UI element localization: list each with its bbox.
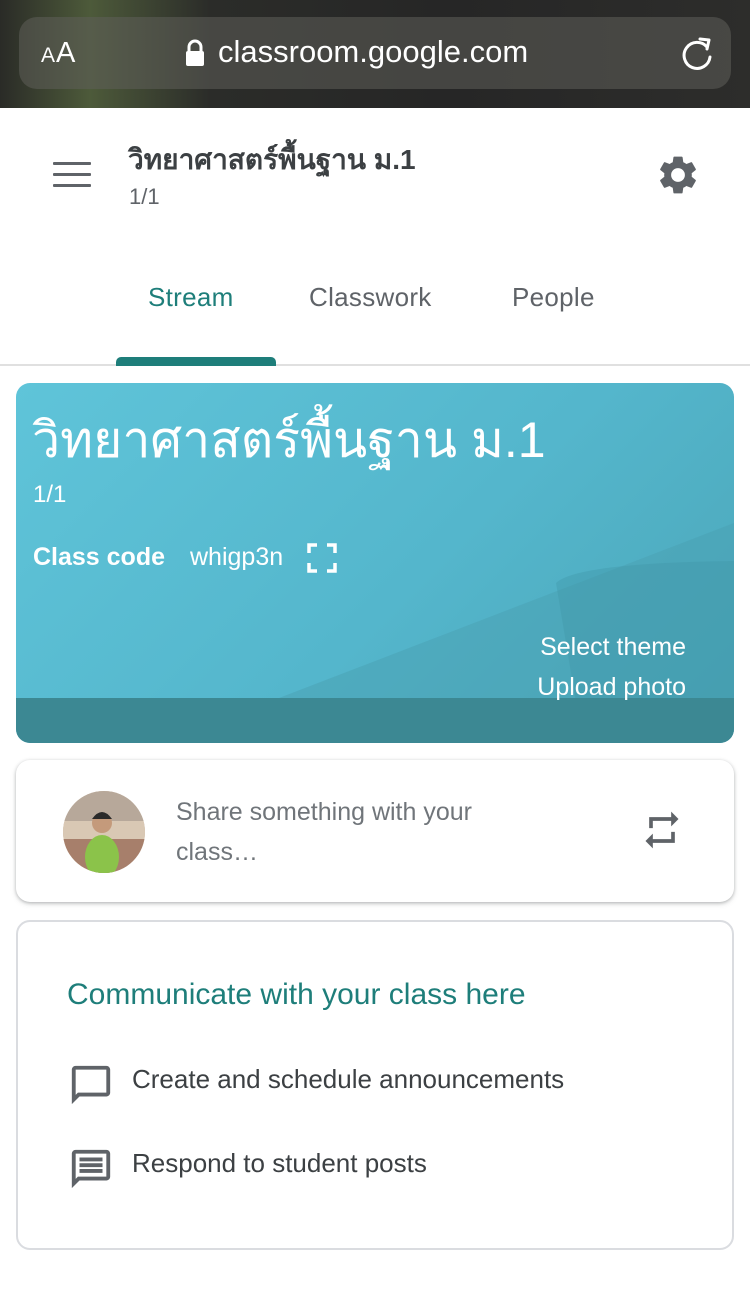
- class-title: วิทยาศาสตร์พื้นฐาน ม.1: [128, 144, 416, 175]
- tab-people[interactable]: People: [512, 282, 595, 313]
- tab-stream[interactable]: Stream: [148, 282, 234, 313]
- text-size-button[interactable]: AA: [41, 37, 76, 70]
- browser-address-bar: AA classroom.google.com: [0, 0, 750, 108]
- communicate-title: Communicate with your class here: [67, 978, 526, 1011]
- reload-icon[interactable]: [680, 35, 714, 71]
- share-post-box[interactable]: Share something with your class…: [16, 760, 734, 902]
- class-code-label: Class code: [33, 543, 166, 571]
- url-text[interactable]: classroom.google.com: [218, 34, 528, 70]
- list-item-label: Create and schedule announcements: [132, 1064, 565, 1094]
- lock-icon: [186, 39, 204, 66]
- url-pill[interactable]: AA classroom.google.com: [19, 17, 731, 89]
- list-item-label: Respond to student posts: [132, 1148, 427, 1178]
- list-item: Respond to student posts: [68, 1144, 708, 1190]
- tab-classwork[interactable]: Classwork: [309, 282, 432, 313]
- chat-lines-icon: [71, 1149, 111, 1189]
- share-input-placeholder[interactable]: Share something with your class…: [176, 792, 556, 872]
- upload-photo-link[interactable]: Upload photo: [537, 673, 686, 702]
- avatar: [63, 791, 145, 873]
- banner-section: 1/1: [33, 481, 67, 508]
- class-section: 1/1: [129, 184, 160, 209]
- gear-icon[interactable]: [655, 152, 701, 198]
- tab-bar: Stream Classwork People: [0, 276, 750, 366]
- comment-icon: [71, 1065, 111, 1105]
- app-header: วิทยาศาสตร์พื้นฐาน ม.1 1/1 Stream Classw…: [0, 108, 750, 366]
- banner-class-title: วิทยาศาสตร์พื้นฐาน ม.1: [32, 412, 546, 468]
- select-theme-link[interactable]: Select theme: [540, 633, 686, 662]
- menu-icon[interactable]: [53, 162, 91, 188]
- list-item: Create and schedule announcements: [68, 1060, 708, 1106]
- class-code-value: whigp3n: [190, 543, 284, 571]
- repost-icon[interactable]: [640, 808, 684, 852]
- active-tab-indicator: [116, 357, 276, 366]
- class-banner: วิทยาศาสตร์พื้นฐาน ม.1 1/1 Class code wh…: [16, 383, 734, 743]
- communicate-card: Communicate with your class here Create …: [16, 920, 734, 1250]
- fullscreen-icon[interactable]: [307, 543, 337, 573]
